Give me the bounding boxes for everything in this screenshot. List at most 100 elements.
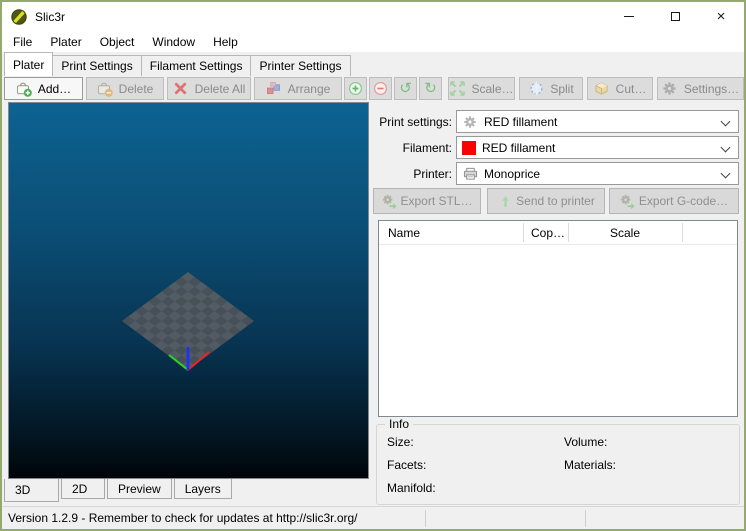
menu-window[interactable]: Window: [143, 31, 204, 52]
send-to-printer-icon: [497, 193, 513, 209]
add-button[interactable]: Add…: [4, 77, 83, 100]
print-settings-select[interactable]: RED fillament: [456, 110, 739, 133]
slic3r-window: Slic3r × File Plater Object Window Help …: [0, 0, 746, 531]
column-divider[interactable]: [523, 223, 524, 242]
info-size-label: Size:: [387, 435, 414, 449]
info-group-title: Info: [385, 417, 413, 431]
plater-toolbar: Add… Delete Delete All Arrange: [2, 76, 744, 102]
chevron-down-icon: [721, 169, 731, 179]
split-button-label: Split: [550, 82, 573, 96]
send-to-printer-label: Send to printer: [516, 194, 595, 208]
export-gcode-label: Export G-code…: [639, 194, 728, 208]
scale-button[interactable]: Scale…: [448, 77, 515, 100]
chevron-down-icon: [721, 143, 731, 153]
send-to-printer-button[interactable]: Send to printer: [487, 188, 605, 214]
gear-icon: [462, 114, 478, 130]
decrease-copies-button[interactable]: [369, 77, 392, 100]
export-stl-icon: [381, 193, 397, 209]
column-header-scale[interactable]: Scale: [569, 226, 681, 240]
rotate-cw-button[interactable]: ↻: [419, 77, 442, 100]
delete-button-label: Delete: [119, 82, 154, 96]
column-divider[interactable]: [682, 223, 683, 242]
status-text: Version 1.2.9 - Remember to check for up…: [8, 511, 358, 525]
viewport-tab-preview[interactable]: Preview: [107, 479, 172, 499]
viewport-tab-3d[interactable]: 3D: [4, 479, 59, 502]
export-gcode-button[interactable]: Export G-code…: [609, 188, 739, 214]
info-facets-label: Facets:: [387, 458, 426, 472]
plater-3d-viewport[interactable]: [8, 102, 369, 479]
rotate-cw-icon: ↻: [424, 81, 437, 96]
status-pane-divider: [425, 510, 426, 527]
printer-select[interactable]: Monoprice: [456, 162, 739, 185]
split-button[interactable]: Split: [519, 77, 583, 100]
filament-color-swatch: [462, 141, 476, 155]
menu-bar: File Plater Object Window Help: [2, 31, 744, 52]
minimize-icon: [624, 16, 634, 17]
delete-button[interactable]: Delete: [86, 77, 164, 100]
filament-value: RED fillament: [482, 141, 555, 155]
column-header-name[interactable]: Name: [388, 226, 420, 240]
viewport-tab-bar: 3D 2D Preview Layers: [4, 479, 232, 502]
delete-all-button[interactable]: Delete All: [167, 77, 251, 100]
chevron-down-icon: [721, 117, 731, 127]
arrange-button[interactable]: Arrange: [254, 77, 342, 100]
tab-print-settings[interactable]: Print Settings: [52, 55, 141, 76]
printer-label: Printer:: [373, 167, 452, 181]
window-title: Slic3r: [35, 10, 65, 24]
slic3r-logo-icon: [11, 9, 27, 25]
maximize-button[interactable]: [652, 2, 698, 31]
menu-file[interactable]: File: [4, 31, 41, 52]
cut-icon: [594, 81, 610, 97]
decrease-copies-icon: [373, 81, 389, 97]
info-volume-label: Volume:: [564, 435, 607, 449]
filament-label: Filament:: [373, 141, 452, 155]
split-icon: [528, 81, 544, 97]
delete-all-button-label: Delete All: [195, 82, 246, 96]
export-stl-button[interactable]: Export STL…: [373, 188, 481, 214]
maximize-icon: [671, 12, 680, 21]
add-button-label: Add…: [38, 82, 71, 96]
printer-icon: [462, 166, 478, 182]
info-materials-label: Materials:: [564, 458, 616, 472]
arrange-button-label: Arrange: [288, 82, 331, 96]
menu-object[interactable]: Object: [91, 31, 144, 52]
status-pane-divider: [585, 510, 586, 527]
menu-help[interactable]: Help: [204, 31, 247, 52]
object-list[interactable]: Name Cop… Scale: [378, 220, 738, 417]
increase-copies-button[interactable]: [344, 77, 367, 100]
tab-plater[interactable]: Plater: [4, 52, 53, 76]
cut-button[interactable]: Cut…: [587, 77, 653, 100]
print-bed-canvas: [9, 103, 368, 478]
scale-button-label: Scale…: [471, 82, 513, 96]
viewport-tab-layers[interactable]: Layers: [174, 479, 232, 499]
object-list-header: Name Cop… Scale: [379, 221, 737, 245]
status-bar: Version 1.2.9 - Remember to check for up…: [2, 506, 744, 529]
menu-plater[interactable]: Plater: [41, 31, 90, 52]
minimize-button[interactable]: [606, 2, 652, 31]
title-bar: Slic3r ×: [2, 2, 744, 31]
tab-filament-settings[interactable]: Filament Settings: [141, 55, 252, 76]
viewport-tab-2d[interactable]: 2D: [61, 479, 105, 499]
rotate-ccw-icon: ↺: [399, 81, 412, 96]
column-divider[interactable]: [568, 223, 569, 242]
arrange-icon: [266, 81, 282, 97]
settings-button-label: Settings…: [684, 82, 739, 96]
column-header-copies[interactable]: Cop…: [531, 226, 565, 240]
gear-icon: [662, 81, 678, 97]
tab-printer-settings[interactable]: Printer Settings: [250, 55, 350, 76]
info-group: Info Size: Volume: Facets: Materials: Ma…: [376, 424, 740, 505]
print-settings-label: Print settings:: [373, 115, 452, 129]
info-manifold-label: Manifold:: [387, 481, 436, 495]
settings-tab-bar: Plater Print Settings Filament Settings …: [2, 52, 744, 76]
settings-button[interactable]: Settings…: [657, 77, 744, 100]
print-settings-value: RED fillament: [484, 115, 557, 129]
printer-value: Monoprice: [484, 167, 540, 181]
delete-all-icon: [173, 81, 189, 97]
close-button[interactable]: ×: [698, 2, 744, 31]
scale-icon: [449, 81, 465, 97]
export-stl-label: Export STL…: [400, 194, 472, 208]
rotate-ccw-button[interactable]: ↺: [394, 77, 417, 100]
filament-select[interactable]: RED fillament: [456, 136, 739, 159]
export-gcode-icon: [620, 193, 636, 209]
increase-copies-icon: [348, 81, 364, 97]
